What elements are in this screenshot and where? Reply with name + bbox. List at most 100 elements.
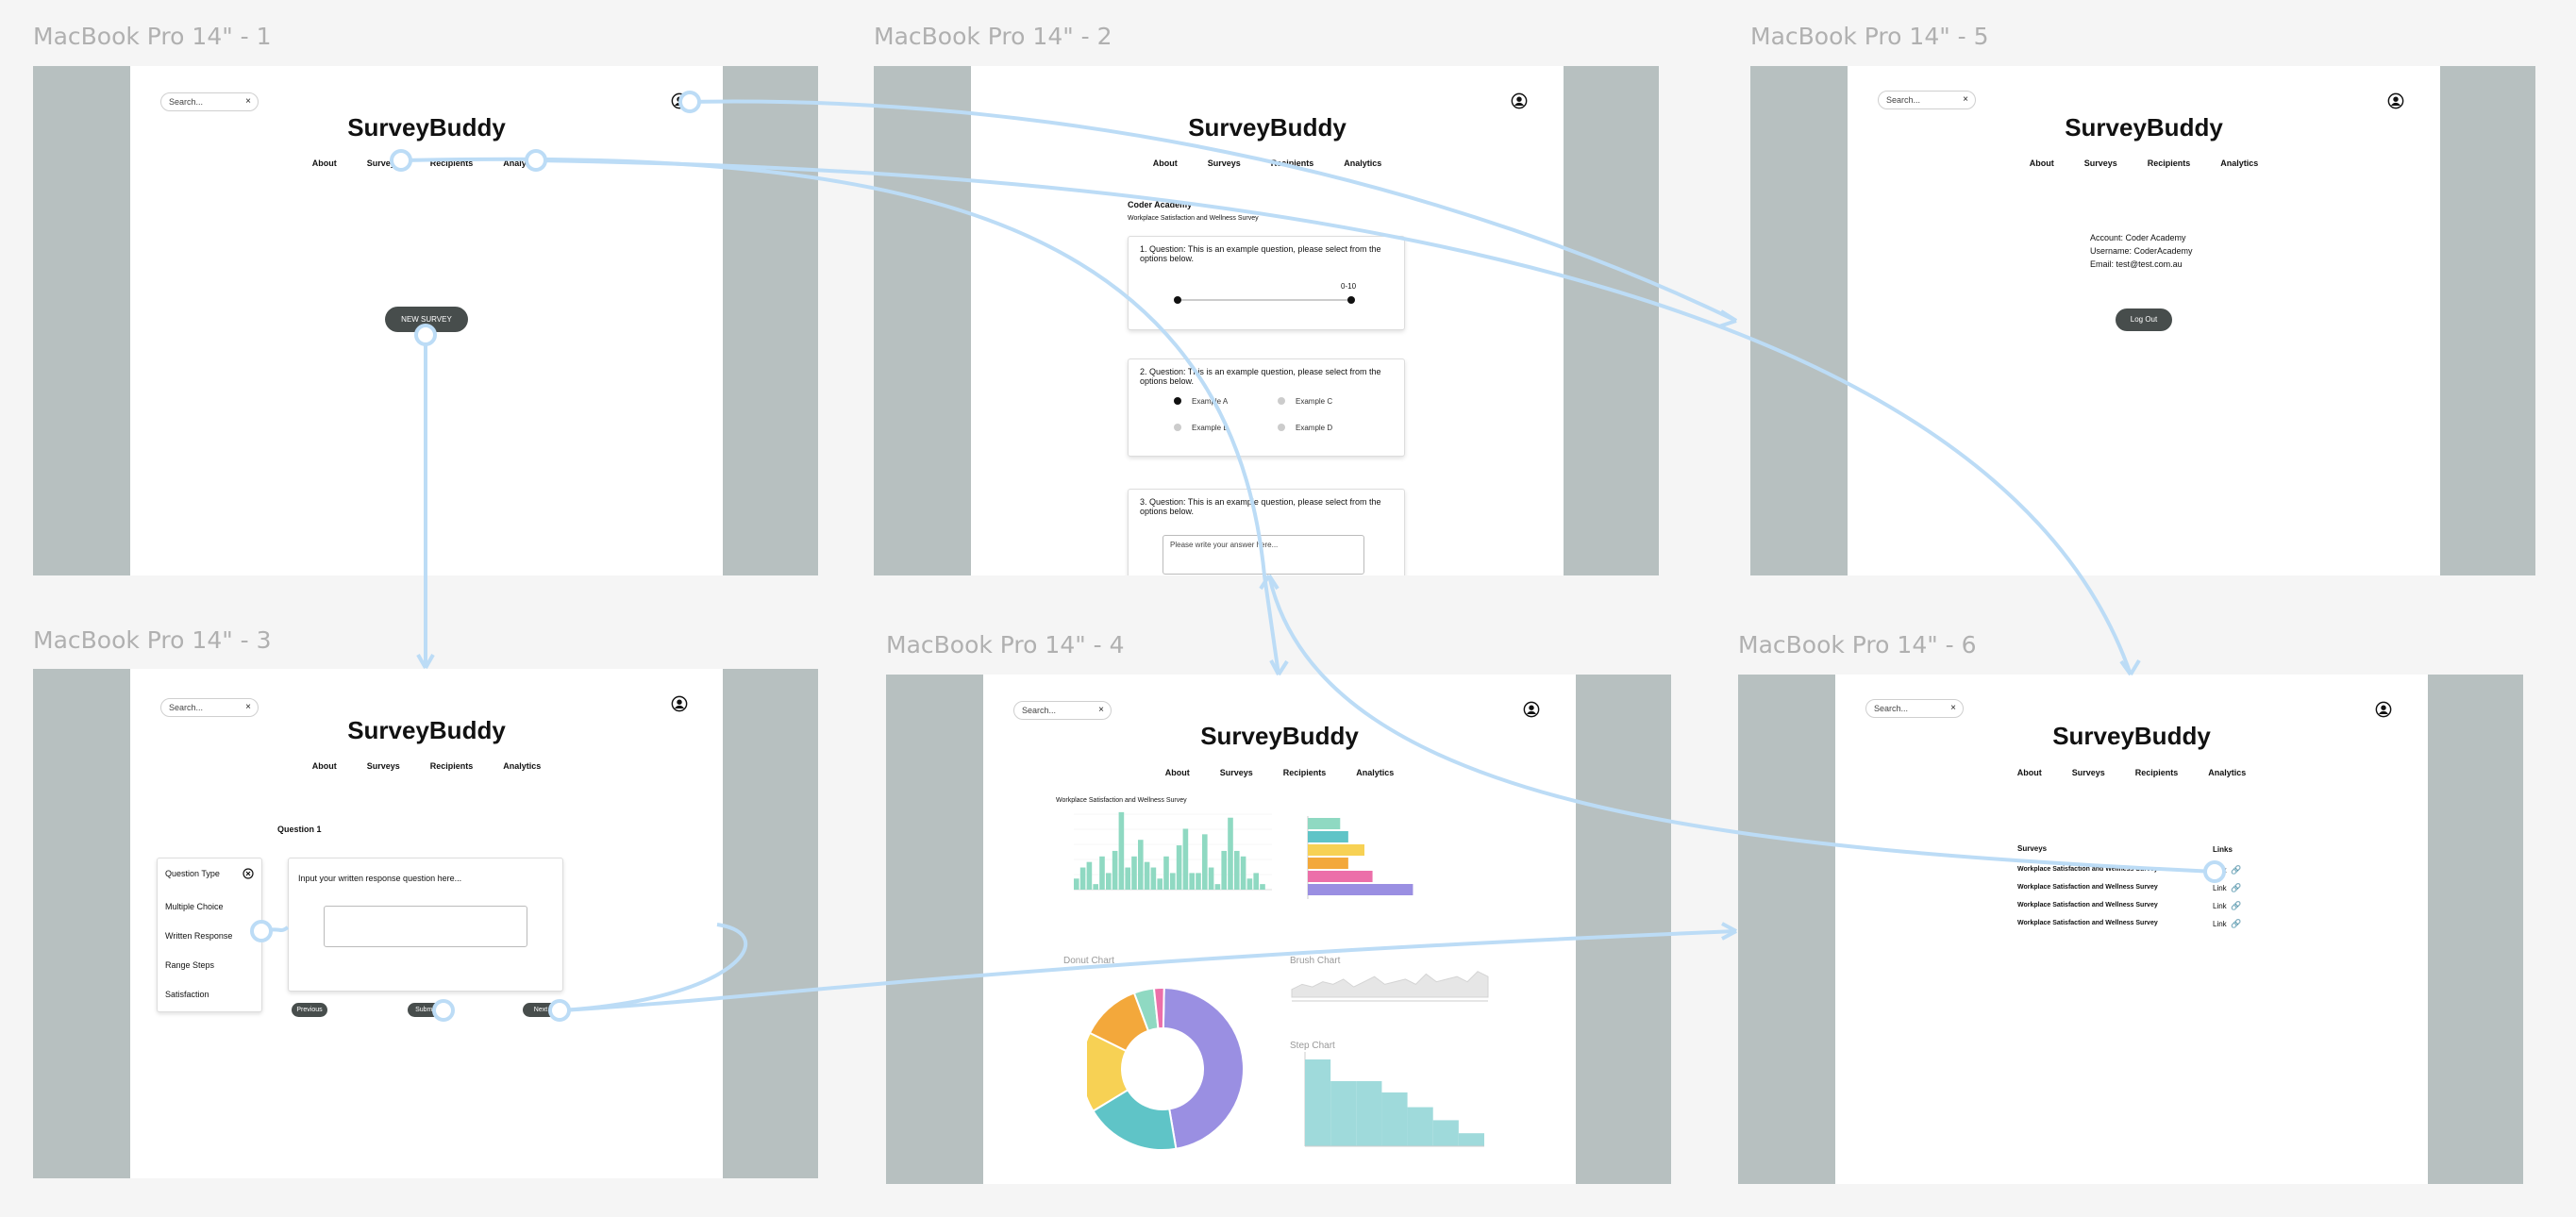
nav-about[interactable]: About <box>2017 768 2042 777</box>
arrow-head <box>1718 309 1738 328</box>
bar <box>1176 845 1182 890</box>
user-icon[interactable] <box>671 92 688 109</box>
radio-selected[interactable] <box>1174 397 1181 405</box>
nav-surveys[interactable]: Surveys <box>1220 768 1253 777</box>
close-icon[interactable] <box>243 868 254 879</box>
home-page: Search... × SurveyBuddy About Surveys Recip… <box>130 66 723 575</box>
response-textarea[interactable] <box>324 906 527 947</box>
type-multiple-choice[interactable]: Multiple Choice <box>165 902 224 911</box>
nav-surveys[interactable]: Surveys <box>1208 158 1241 168</box>
previous-button[interactable]: Previous <box>292 1003 327 1017</box>
link-icon[interactable]: 🔗 <box>2231 901 2241 911</box>
question-text: 2. Question: This is an example question… <box>1140 367 1381 386</box>
step-bar <box>1432 1120 1459 1146</box>
link-icon[interactable]: 🔗 <box>2231 919 2241 929</box>
nav-surveys[interactable]: Surveys <box>2072 768 2105 777</box>
clear-icon[interactable]: × <box>245 93 251 110</box>
question-editor-card: Input your written response question her… <box>288 858 563 992</box>
nav-analytics[interactable]: Analytics <box>1356 768 1394 777</box>
search-input[interactable]: Search... × <box>160 92 259 111</box>
survey-name: Workplace Satisfaction and Wellness Surv… <box>2017 866 2158 873</box>
type-written-response[interactable]: Written Response <box>165 931 232 941</box>
survey-name: Workplace Satisfaction and Wellness Surv… <box>2017 884 2158 891</box>
analytics-page: Search... × SurveyBuddy About Surveys Recip… <box>983 675 1576 1184</box>
bar <box>1118 811 1125 890</box>
nav-surveys[interactable]: Surveys <box>367 761 400 771</box>
frame-3: Search... × SurveyBuddy About Surveys Recip… <box>33 669 818 1178</box>
bar <box>1131 856 1137 890</box>
nav-recipients[interactable]: Recipients <box>1283 768 1327 777</box>
radio-unselected[interactable] <box>1174 424 1181 431</box>
nav-recipients[interactable]: Recipients <box>430 158 474 168</box>
clear-icon[interactable]: × <box>1963 92 1968 108</box>
nav-recipients[interactable]: Recipients <box>430 761 474 771</box>
nav-about[interactable]: About <box>312 158 337 168</box>
survey-link[interactable]: Link <box>2213 902 2227 910</box>
logout-button[interactable]: Log Out <box>2116 308 2172 331</box>
nav-analytics[interactable]: Analytics <box>503 158 541 168</box>
nav-recipients[interactable]: Recipients <box>2135 768 2179 777</box>
nav-analytics[interactable]: Analytics <box>503 761 541 771</box>
nav-analytics[interactable]: Analytics <box>2208 768 2246 777</box>
nav-about[interactable]: About <box>2030 158 2054 168</box>
main-nav: About Surveys Recipients Analytics <box>1848 158 2440 168</box>
clear-icon[interactable]: × <box>1098 702 1104 719</box>
type-satisfaction[interactable]: Satisfaction <box>165 990 209 999</box>
link-icon[interactable]: 🔗 <box>2231 865 2241 875</box>
question-prompt-input[interactable]: Input your written response question her… <box>298 874 461 883</box>
main-nav: About Surveys Recipients Analytics <box>971 158 1564 168</box>
range-handle-max[interactable] <box>1347 296 1355 304</box>
link-icon[interactable]: 🔗 <box>2231 883 2241 893</box>
step-chart-title: Step Chart <box>1290 1041 1335 1051</box>
frame-label-1: MacBook Pro 14" - 1 <box>33 23 272 50</box>
submit-button[interactable]: Submit <box>408 1003 443 1017</box>
clear-icon[interactable]: × <box>1950 700 1956 717</box>
survey-link[interactable]: Link <box>2213 866 2227 875</box>
question-heading: Question 1 <box>277 825 322 834</box>
bar <box>1189 873 1195 890</box>
type-range-steps[interactable]: Range Steps <box>165 960 214 970</box>
user-icon[interactable] <box>1511 92 1528 109</box>
nav-about[interactable]: About <box>1153 158 1178 168</box>
bar <box>1308 818 1341 829</box>
org-name: Coder Academy <box>1128 200 1193 209</box>
user-icon[interactable] <box>2387 92 2404 109</box>
nav-analytics[interactable]: Analytics <box>2220 158 2258 168</box>
nav-recipients[interactable]: Recipients <box>2148 158 2191 168</box>
bar <box>1074 878 1079 890</box>
user-icon[interactable] <box>671 695 688 712</box>
search-input[interactable]: Search... × <box>1865 699 1964 718</box>
question-card-3: 3. Question: This is an example question… <box>1128 489 1405 575</box>
range-handle-min[interactable] <box>1174 296 1181 304</box>
survey-name: Workplace Satisfaction and Wellness Surv… <box>2017 902 2158 909</box>
search-input[interactable]: Search... × <box>1013 701 1112 720</box>
user-icon[interactable] <box>2375 701 2392 718</box>
radio-unselected[interactable] <box>1278 397 1285 405</box>
bar-chart-title: Workplace Satisfaction and Wellness Surv… <box>1056 797 1187 804</box>
nav-recipients[interactable]: Recipients <box>1271 158 1314 168</box>
search-input[interactable]: Search... × <box>160 698 259 717</box>
links-column-header: Links <box>2213 845 2233 854</box>
nav-surveys[interactable]: Surveys <box>367 158 400 168</box>
bar <box>1260 884 1265 890</box>
bar <box>1196 873 1201 890</box>
answer-textarea[interactable]: Please write your answer here... <box>1163 535 1364 575</box>
new-survey-button[interactable]: NEW SURVEY <box>385 307 468 332</box>
survey-link[interactable]: Link <box>2213 884 2227 892</box>
option-label: Example D <box>1296 424 1333 432</box>
user-icon[interactable] <box>1523 701 1540 718</box>
nav-analytics[interactable]: Analytics <box>1344 158 1381 168</box>
nav-about[interactable]: About <box>1165 768 1190 777</box>
clear-icon[interactable]: × <box>245 699 251 716</box>
nav-about[interactable]: About <box>312 761 337 771</box>
donut-chart-title: Donut Chart <box>1063 956 1114 966</box>
survey-name: Workplace Satisfaction and Wellness Surv… <box>2017 920 2158 926</box>
bar <box>1240 856 1246 890</box>
search-input[interactable]: Search... × <box>1878 91 1976 109</box>
nav-surveys[interactable]: Surveys <box>2084 158 2117 168</box>
step-bar <box>1356 1081 1382 1146</box>
radio-unselected[interactable] <box>1278 424 1285 431</box>
next-button[interactable]: Next <box>523 1003 559 1017</box>
bar <box>1308 831 1348 842</box>
survey-link[interactable]: Link <box>2213 920 2227 928</box>
